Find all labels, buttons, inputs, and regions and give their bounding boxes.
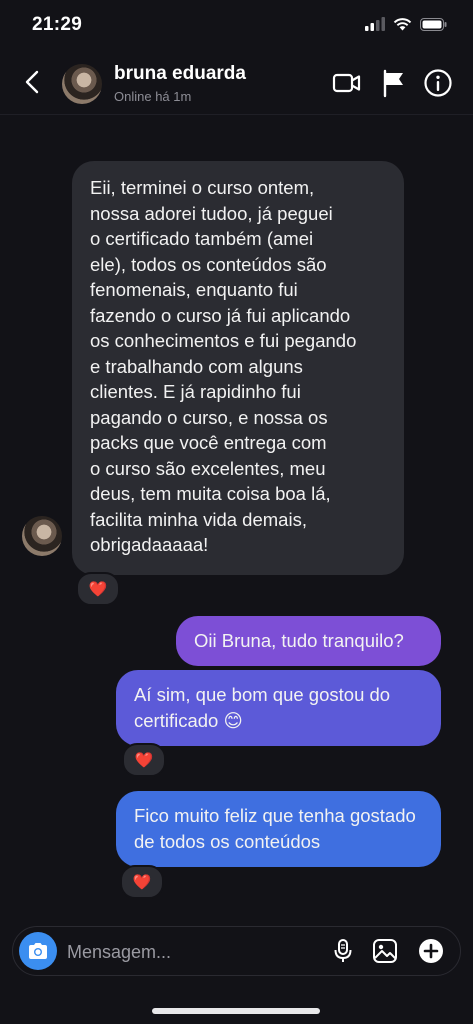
- contact-name[interactable]: bruna eduarda: [114, 63, 246, 85]
- status-time: 21:29: [32, 14, 83, 35]
- outgoing-message-bubble[interactable]: Oii Bruna, tudo tranquilo?: [176, 616, 441, 666]
- microphone-icon: [334, 939, 352, 962]
- video-call-button[interactable]: [331, 67, 363, 99]
- incoming-message-text: Eii, terminei o curso ontem, nossa adore…: [90, 177, 357, 555]
- home-indicator[interactable]: [152, 1008, 320, 1014]
- battery-icon: [420, 17, 447, 31]
- video-call-icon: [332, 73, 361, 93]
- flag-icon: [383, 69, 403, 98]
- message-reaction[interactable]: ❤️: [120, 865, 164, 899]
- chat-header: bruna eduarda Online há 1m: [0, 52, 473, 115]
- sender-avatar[interactable]: [22, 516, 62, 556]
- status-icons: [365, 17, 447, 31]
- heart-reaction: ❤️: [134, 752, 154, 769]
- outgoing-message-bubble[interactable]: Aí sim, que bom que gostou do certificad…: [116, 670, 441, 746]
- camera-button[interactable]: [19, 932, 57, 970]
- back-icon: [25, 70, 39, 94]
- contact-status: Online há 1m: [114, 89, 192, 104]
- microphone-button[interactable]: [329, 937, 357, 965]
- message-reaction[interactable]: ❤️: [76, 572, 120, 606]
- heart-reaction: ❤️: [132, 874, 152, 891]
- message-reaction[interactable]: ❤️: [122, 743, 166, 777]
- report-button[interactable]: [378, 67, 410, 99]
- contact-avatar[interactable]: [62, 64, 102, 104]
- message-composer: [12, 926, 461, 976]
- wifi-icon: [393, 18, 412, 31]
- gallery-icon: [373, 939, 397, 963]
- outgoing-message-bubble[interactable]: Fico muito feliz que tenha gostado de to…: [116, 791, 441, 867]
- add-content-button[interactable]: [417, 937, 445, 965]
- plus-icon: [419, 939, 443, 963]
- info-icon: [424, 69, 452, 97]
- message-input[interactable]: [65, 935, 319, 969]
- heart-reaction: ❤️: [88, 581, 108, 598]
- outgoing-message-text: Fico muito feliz que tenha gostado de to…: [134, 805, 416, 852]
- signal-icon: [365, 17, 385, 31]
- outgoing-message-text: Aí sim, que bom que gostou do certificad…: [134, 684, 391, 731]
- status-bar: 21:29: [0, 0, 473, 52]
- incoming-message-bubble[interactable]: Eii, terminei o curso ontem, nossa adore…: [72, 161, 404, 575]
- outgoing-message-text: Oii Bruna, tudo tranquilo?: [194, 630, 404, 652]
- gallery-button[interactable]: [371, 937, 399, 965]
- back-button[interactable]: [20, 66, 46, 98]
- camera-icon: [29, 943, 47, 959]
- info-button[interactable]: [422, 67, 454, 99]
